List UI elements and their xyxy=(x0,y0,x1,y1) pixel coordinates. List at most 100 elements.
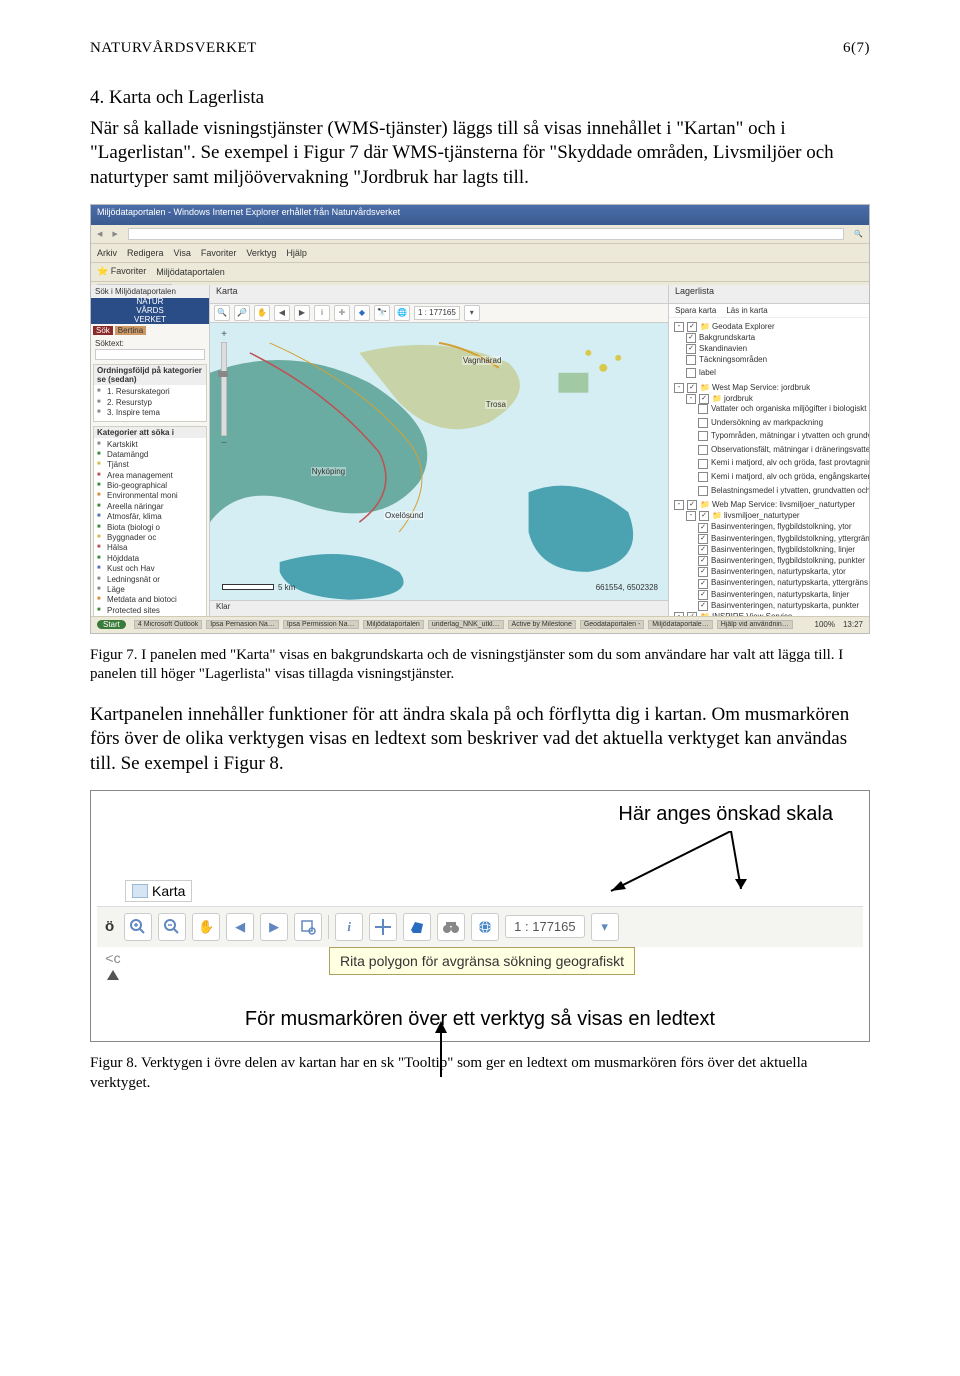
layer-tree[interactable]: -✓📁Geodata Explorer✓Bakgrundskarta✓Skand… xyxy=(669,318,869,617)
menubar-item[interactable]: Arkiv xyxy=(97,248,117,258)
start-button[interactable]: Start xyxy=(97,620,126,629)
menubar-item[interactable]: Favoriter xyxy=(201,248,237,258)
tree-toggle-icon[interactable]: - xyxy=(674,322,684,332)
category-item[interactable]: Ledningsnät or xyxy=(97,575,203,585)
tree-node[interactable]: -✓📁livsmiljoer_naturtyper✓Basinventering… xyxy=(686,510,866,611)
tree-node[interactable]: ✓Basinventeringen, flygbildstolkning, yt… xyxy=(698,533,866,544)
category-item[interactable]: Kartskikt xyxy=(97,440,203,450)
tree-checkbox[interactable]: ✓ xyxy=(698,523,708,533)
zoom-slider[interactable]: + − xyxy=(216,329,232,449)
zoom-plus-icon[interactable]: + xyxy=(221,329,227,340)
tree-checkbox[interactable] xyxy=(698,459,708,469)
globe-icon[interactable] xyxy=(471,913,499,941)
zoom-in-icon[interactable]: 🔍 xyxy=(214,305,230,321)
tree-node[interactable]: Typområden, mätningar i ytvatten och gru… xyxy=(698,431,866,445)
pan-icon[interactable]: ✋ xyxy=(254,305,270,321)
taskbar-item[interactable]: Geodataportalen - xyxy=(580,620,644,629)
category-item[interactable]: Höjddata xyxy=(97,554,203,564)
prev-extent-icon[interactable]: ◀ xyxy=(226,913,254,941)
scale-input[interactable]: 1 : 177165 xyxy=(414,306,460,320)
polygon-icon[interactable] xyxy=(403,913,431,941)
find-icon[interactable]: 🔭 xyxy=(374,305,390,321)
tree-checkbox[interactable]: ✓ xyxy=(698,601,708,611)
menubar-item[interactable]: Visa xyxy=(174,248,191,258)
favorite-site[interactable]: Miljödataportalen xyxy=(156,267,225,277)
category-item[interactable]: Metdata and biotoci xyxy=(97,595,203,605)
tree-checkbox[interactable]: ✓ xyxy=(698,545,708,555)
taskbar-item[interactable]: 4 Microsoft Outlook xyxy=(134,620,202,629)
category-item[interactable]: Datamängd xyxy=(97,450,203,460)
load-map-link[interactable]: Läs in karta xyxy=(726,306,767,315)
tree-node[interactable]: Kemi i matjord, alv och gröda, engångska… xyxy=(698,472,866,486)
taskbar-item[interactable]: underlag_NNK_utkl… xyxy=(428,620,504,629)
save-map-link[interactable]: Spara karta xyxy=(675,306,716,315)
tree-checkbox[interactable] xyxy=(698,404,708,414)
tree-node[interactable]: ✓Basinventeringen, naturtypskarta, ytor xyxy=(698,566,866,577)
tree-node[interactable]: ✓Basinventeringen, naturtypskarta, linje… xyxy=(698,589,866,600)
tree-checkbox[interactable]: ✓ xyxy=(699,511,709,521)
category-item[interactable]: Tjänst xyxy=(97,460,203,470)
category-item[interactable]: Biota (biologi o xyxy=(97,523,203,533)
tree-node[interactable]: ✓Basinventeringen, flygbildstolkning, pu… xyxy=(698,555,866,566)
crosshair-icon[interactable]: ✛ xyxy=(334,305,350,321)
tree-checkbox[interactable] xyxy=(698,472,708,482)
tree-checkbox[interactable]: ✓ xyxy=(686,333,696,343)
tree-checkbox[interactable]: ✓ xyxy=(698,556,708,566)
tree-node[interactable]: Observationsfält, mätningar i dränerings… xyxy=(698,445,866,459)
tab-bertina[interactable]: Bertina xyxy=(115,326,146,335)
tree-checkbox[interactable]: ✓ xyxy=(698,590,708,600)
map-canvas[interactable]: Vagnhärad Trosa Nyköping Oxelösund + − 5… xyxy=(210,323,668,600)
tree-node[interactable]: Täckningsområden xyxy=(686,355,866,369)
taskbar-item[interactable]: Miljödataportalen xyxy=(363,620,424,629)
zoom-minus-icon[interactable]: − xyxy=(221,438,227,449)
tree-node[interactable]: label xyxy=(686,368,866,382)
tree-toggle-icon[interactable]: - xyxy=(686,511,696,521)
tree-node[interactable]: ✓Basinventeringen, flygbildstolkning, yt… xyxy=(698,522,866,533)
prev-extent-icon[interactable]: ◀ xyxy=(274,305,290,321)
tree-checkbox[interactable] xyxy=(698,418,708,428)
category-item[interactable]: Byggnader oc xyxy=(97,533,203,543)
tree-toggle-icon[interactable]: - xyxy=(674,500,684,510)
search-icon[interactable]: 🔍 xyxy=(854,230,863,238)
category-item[interactable]: Areella näringar xyxy=(97,502,203,512)
soktext-input[interactable] xyxy=(95,349,205,360)
scale-dropdown-icon[interactable]: ▾ xyxy=(591,913,619,941)
menubar-item[interactable]: Hjälp xyxy=(286,248,307,258)
tree-checkbox[interactable] xyxy=(698,445,708,455)
tree-node[interactable]: -✓📁jordbruk Vattater och organiska miljö… xyxy=(686,393,866,499)
zoom-in-icon[interactable] xyxy=(124,913,152,941)
tree-node[interactable]: Belastningsmedel i ytvatten, grundvatten… xyxy=(698,486,866,500)
category-item[interactable]: Hälsa xyxy=(97,543,203,553)
polygon-icon[interactable]: ◆ xyxy=(354,305,370,321)
category-item[interactable]: Protected sites xyxy=(97,606,203,616)
zoom-rect-icon[interactable] xyxy=(294,913,322,941)
tree-checkbox[interactable]: ✓ xyxy=(698,579,708,589)
forward-icon[interactable]: ▶ xyxy=(112,230,117,238)
category-item[interactable]: Atmosfär, klima xyxy=(97,512,203,522)
next-extent-icon[interactable]: ▶ xyxy=(294,305,310,321)
tree-node[interactable]: Kemi i matjord, alv och gröda, fast prov… xyxy=(698,458,866,472)
globe-icon[interactable]: 🌐 xyxy=(394,305,410,321)
taskbar-item[interactable]: Ipsa Pernasion Na… xyxy=(206,620,279,629)
tree-checkbox[interactable]: ✓ xyxy=(687,322,697,332)
tree-toggle-icon[interactable]: - xyxy=(686,394,696,404)
tree-node[interactable]: ✓Bakgrundskarta xyxy=(686,332,866,343)
hand-icon[interactable]: ✋ xyxy=(192,913,220,941)
browser-menubar[interactable]: ArkivRedigeraVisaFavoriterVerktygHjälp xyxy=(91,244,869,263)
ordering-item[interactable]: 3. Inspire tema xyxy=(97,408,203,418)
tree-checkbox[interactable]: ✓ xyxy=(699,394,709,404)
next-extent-icon[interactable]: ▶ xyxy=(260,913,288,941)
binoculars-icon[interactable] xyxy=(437,913,465,941)
tree-node[interactable]: Undersökning av markpackning xyxy=(698,418,866,432)
taskbar-item[interactable]: Ipsa Permission Na… xyxy=(283,620,359,629)
tree-checkbox[interactable] xyxy=(698,486,708,496)
browser-address-bar[interactable]: ◀ ▶ 🔍 xyxy=(91,225,869,244)
tree-node[interactable]: ✓Basinventeringen, flygbildstolkning, li… xyxy=(698,544,866,555)
tree-checkbox[interactable] xyxy=(686,368,696,378)
tree-node[interactable]: ✓Skandinavien xyxy=(686,343,866,354)
menubar-item[interactable]: Verktyg xyxy=(246,248,276,258)
ordering-item[interactable]: 2. Resurstyp xyxy=(97,398,203,408)
tree-node[interactable]: -✓📁Geodata Explorer✓Bakgrundskarta✓Skand… xyxy=(674,321,866,382)
zoom-out-icon[interactable]: 🔎 xyxy=(234,305,250,321)
category-item[interactable]: Bio-geographical xyxy=(97,481,203,491)
